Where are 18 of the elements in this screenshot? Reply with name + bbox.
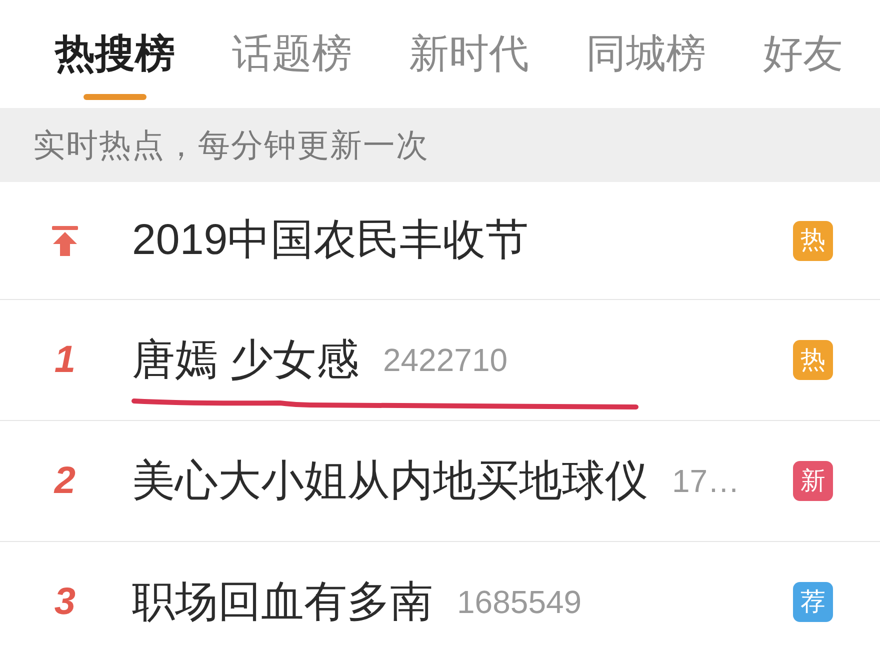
search-count: 17…	[672, 465, 740, 497]
tab[interactable]: 热搜榜	[55, 0, 175, 108]
search-count: 2422710	[382, 344, 508, 376]
rank-number: 2	[54, 462, 76, 500]
search-count: 1685549	[457, 586, 582, 618]
topic-title[interactable]: 2019中国农民丰收节	[132, 219, 529, 262]
rank-number: 3	[54, 583, 76, 621]
tab-indicator	[84, 94, 146, 100]
topic-tag: 新	[793, 461, 833, 501]
topic-tag: 热	[793, 340, 833, 380]
pin-to-top-icon	[51, 224, 79, 256]
topic-tag: 热	[793, 220, 833, 260]
notice-text: 实时热点，每分钟更新一次	[33, 126, 429, 165]
topic-title[interactable]: 职场回血有多南	[132, 580, 433, 624]
topic-title[interactable]: 美心大小姐从内地买地球仪	[132, 460, 648, 502]
topic-title[interactable]: 唐嫣 少女感	[132, 338, 359, 382]
rank-number: 1	[54, 341, 76, 379]
topic-tag: 荐	[793, 582, 833, 622]
